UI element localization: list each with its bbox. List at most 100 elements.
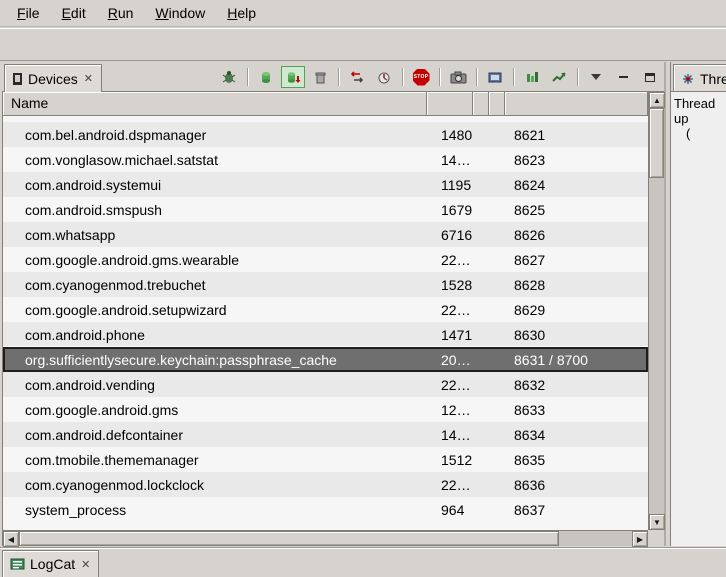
menu-window[interactable]: Window xyxy=(146,2,214,24)
process-pid: 1528 xyxy=(427,277,473,293)
table-row-selected[interactable]: org.sufficientlysecure.keychain:passphra… xyxy=(3,347,648,372)
column-header-port[interactable] xyxy=(505,92,648,116)
process-pid: 1679 xyxy=(427,202,473,218)
stop-process-icon[interactable]: STOP xyxy=(409,66,433,88)
process-port: 8630 xyxy=(505,327,648,343)
process-pid: 22440 xyxy=(427,377,473,393)
sysinfo-icon[interactable] xyxy=(547,66,571,88)
menu-help[interactable]: Help xyxy=(218,2,265,24)
menu-edit[interactable]: Edit xyxy=(53,2,95,24)
menu-run[interactable]: Run xyxy=(99,2,143,24)
column-header-empty[interactable] xyxy=(473,92,489,116)
scroll-left-icon[interactable]: ◀ xyxy=(3,531,19,547)
table-row[interactable]: com.google.android.gms 12623 8633 xyxy=(3,397,648,422)
close-icon[interactable]: ✕ xyxy=(80,558,91,571)
threads-content: Thread up ( xyxy=(671,92,726,546)
process-name: org.sufficientlysecure.keychain:passphra… xyxy=(3,352,427,368)
logcat-icon xyxy=(10,557,25,571)
process-port: 8626 xyxy=(505,227,648,243)
column-header-pid[interactable] xyxy=(427,92,473,116)
update-heap-icon[interactable] xyxy=(254,66,278,88)
process-name: com.cyanogenmod.lockclock xyxy=(3,477,427,493)
view-menu-icon[interactable] xyxy=(584,66,608,88)
tab-devices[interactable]: Devices ✕ xyxy=(4,64,102,92)
tab-logcat[interactable]: LogCat ✕ xyxy=(2,550,99,577)
process-pid: 1471 xyxy=(427,327,473,343)
devices-toolbar: STOP xyxy=(217,65,662,89)
column-header-name[interactable]: Name xyxy=(3,92,427,116)
scroll-right-icon[interactable]: ▶ xyxy=(632,531,648,547)
tab-logcat-label: LogCat xyxy=(30,556,75,572)
threads-message-line1: Thread up xyxy=(674,96,726,126)
scroll-up-icon[interactable]: ▲ xyxy=(649,92,665,108)
cause-gc-icon[interactable] xyxy=(308,66,332,88)
screen-capture-icon[interactable] xyxy=(446,66,470,88)
menu-file[interactable]: File xyxy=(8,2,49,24)
table-row[interactable]: com.whatsapp 6716 8626 xyxy=(3,222,648,247)
vertical-scroll-thumb[interactable] xyxy=(649,108,664,178)
start-method-profiling-icon[interactable] xyxy=(372,66,396,88)
table-header: Name xyxy=(3,92,648,116)
table-row[interactable]: com.tmobile.thememanager 1512 8635 xyxy=(3,447,648,472)
process-port: 8635 xyxy=(505,452,648,468)
table-row[interactable]: com.android.defcontainer 14411 8634 xyxy=(3,422,648,447)
process-port: 8636 xyxy=(505,477,648,493)
hierarchy-view-icon[interactable] xyxy=(520,66,544,88)
process-pid: 6716 xyxy=(427,227,473,243)
process-name: system_process xyxy=(3,502,427,518)
close-icon[interactable]: ✕ xyxy=(83,72,94,85)
table-row[interactable]: system_process 964 8637 xyxy=(3,497,648,522)
table-row[interactable]: com.google.android.setupwizard 22250 862… xyxy=(3,297,648,322)
table-row[interactable]: com.android.phone 1471 8630 xyxy=(3,322,648,347)
scroll-down-icon[interactable]: ▼ xyxy=(649,514,665,530)
process-pid: 14553 xyxy=(427,152,473,168)
threads-panel: Threads Thread up ( xyxy=(670,62,726,546)
process-name: com.android.vending xyxy=(3,377,427,393)
process-pid: 20311 xyxy=(427,352,473,368)
dump-hprof-icon[interactable] xyxy=(281,66,305,88)
process-name: com.google.android.gms.wearable xyxy=(3,252,427,268)
process-name: com.google.android.setupwizard xyxy=(3,302,427,318)
horizontal-scroll-thumb[interactable] xyxy=(19,531,559,546)
process-port: 8623 xyxy=(505,152,648,168)
table-row[interactable]: com.android.smspush 1679 8625 xyxy=(3,197,648,222)
table-body: com.bel.android.dspmanager 1480 8621 com… xyxy=(3,116,648,530)
table-row[interactable]: com.cyanogenmod.lockclock 22265 8636 xyxy=(3,472,648,497)
process-name: com.whatsapp xyxy=(3,227,427,243)
table-row[interactable]: com.cyanogenmod.trebuchet 1528 8628 xyxy=(3,272,648,297)
process-name: com.android.defcontainer xyxy=(3,427,427,443)
table-row[interactable]: com.bel.android.dspmanager 1480 8621 xyxy=(3,122,648,147)
threads-icon xyxy=(681,72,695,86)
process-port: 8637 xyxy=(505,502,648,518)
process-name: com.vonglasow.michael.satstat xyxy=(3,152,427,168)
vertical-scrollbar[interactable]: ▲ ▼ xyxy=(648,92,664,530)
maximize-icon[interactable] xyxy=(638,66,662,88)
process-port: 8632 xyxy=(505,377,648,393)
table-row[interactable]: com.android.systemui 1195 8624 xyxy=(3,172,648,197)
process-pid: 22250 xyxy=(427,302,473,318)
process-port: 8625 xyxy=(505,202,648,218)
toolbar-separator xyxy=(577,68,578,86)
toolbar-separator xyxy=(247,68,248,86)
tab-devices-label: Devices xyxy=(28,71,78,87)
process-pid: 22185 xyxy=(427,252,473,268)
bottom-bar: LogCat ✕ xyxy=(0,547,726,577)
process-port: 8628 xyxy=(505,277,648,293)
process-port: 8629 xyxy=(505,302,648,318)
table-row[interactable]: com.google.android.gms.wearable 22185 86… xyxy=(3,247,648,272)
process-pid: 22265 xyxy=(427,477,473,493)
tab-threads[interactable]: Threads xyxy=(673,64,726,92)
process-pid: 1480 xyxy=(427,127,473,143)
process-pid: 12623 xyxy=(427,402,473,418)
process-port: 8627 xyxy=(505,252,648,268)
process-name: com.android.smspush xyxy=(3,202,427,218)
table-row[interactable]: com.android.vending 22440 8632 xyxy=(3,372,648,397)
horizontal-scrollbar[interactable]: ◀ ▶ xyxy=(3,530,648,546)
table-row[interactable]: com.vonglasow.michael.satstat 14553 8623 xyxy=(3,147,648,172)
screen-record-icon[interactable] xyxy=(483,66,507,88)
debug-icon[interactable] xyxy=(217,66,241,88)
process-port: 8634 xyxy=(505,427,648,443)
minimize-icon[interactable] xyxy=(611,66,635,88)
column-header-empty[interactable] xyxy=(489,92,505,116)
update-threads-icon[interactable] xyxy=(345,66,369,88)
